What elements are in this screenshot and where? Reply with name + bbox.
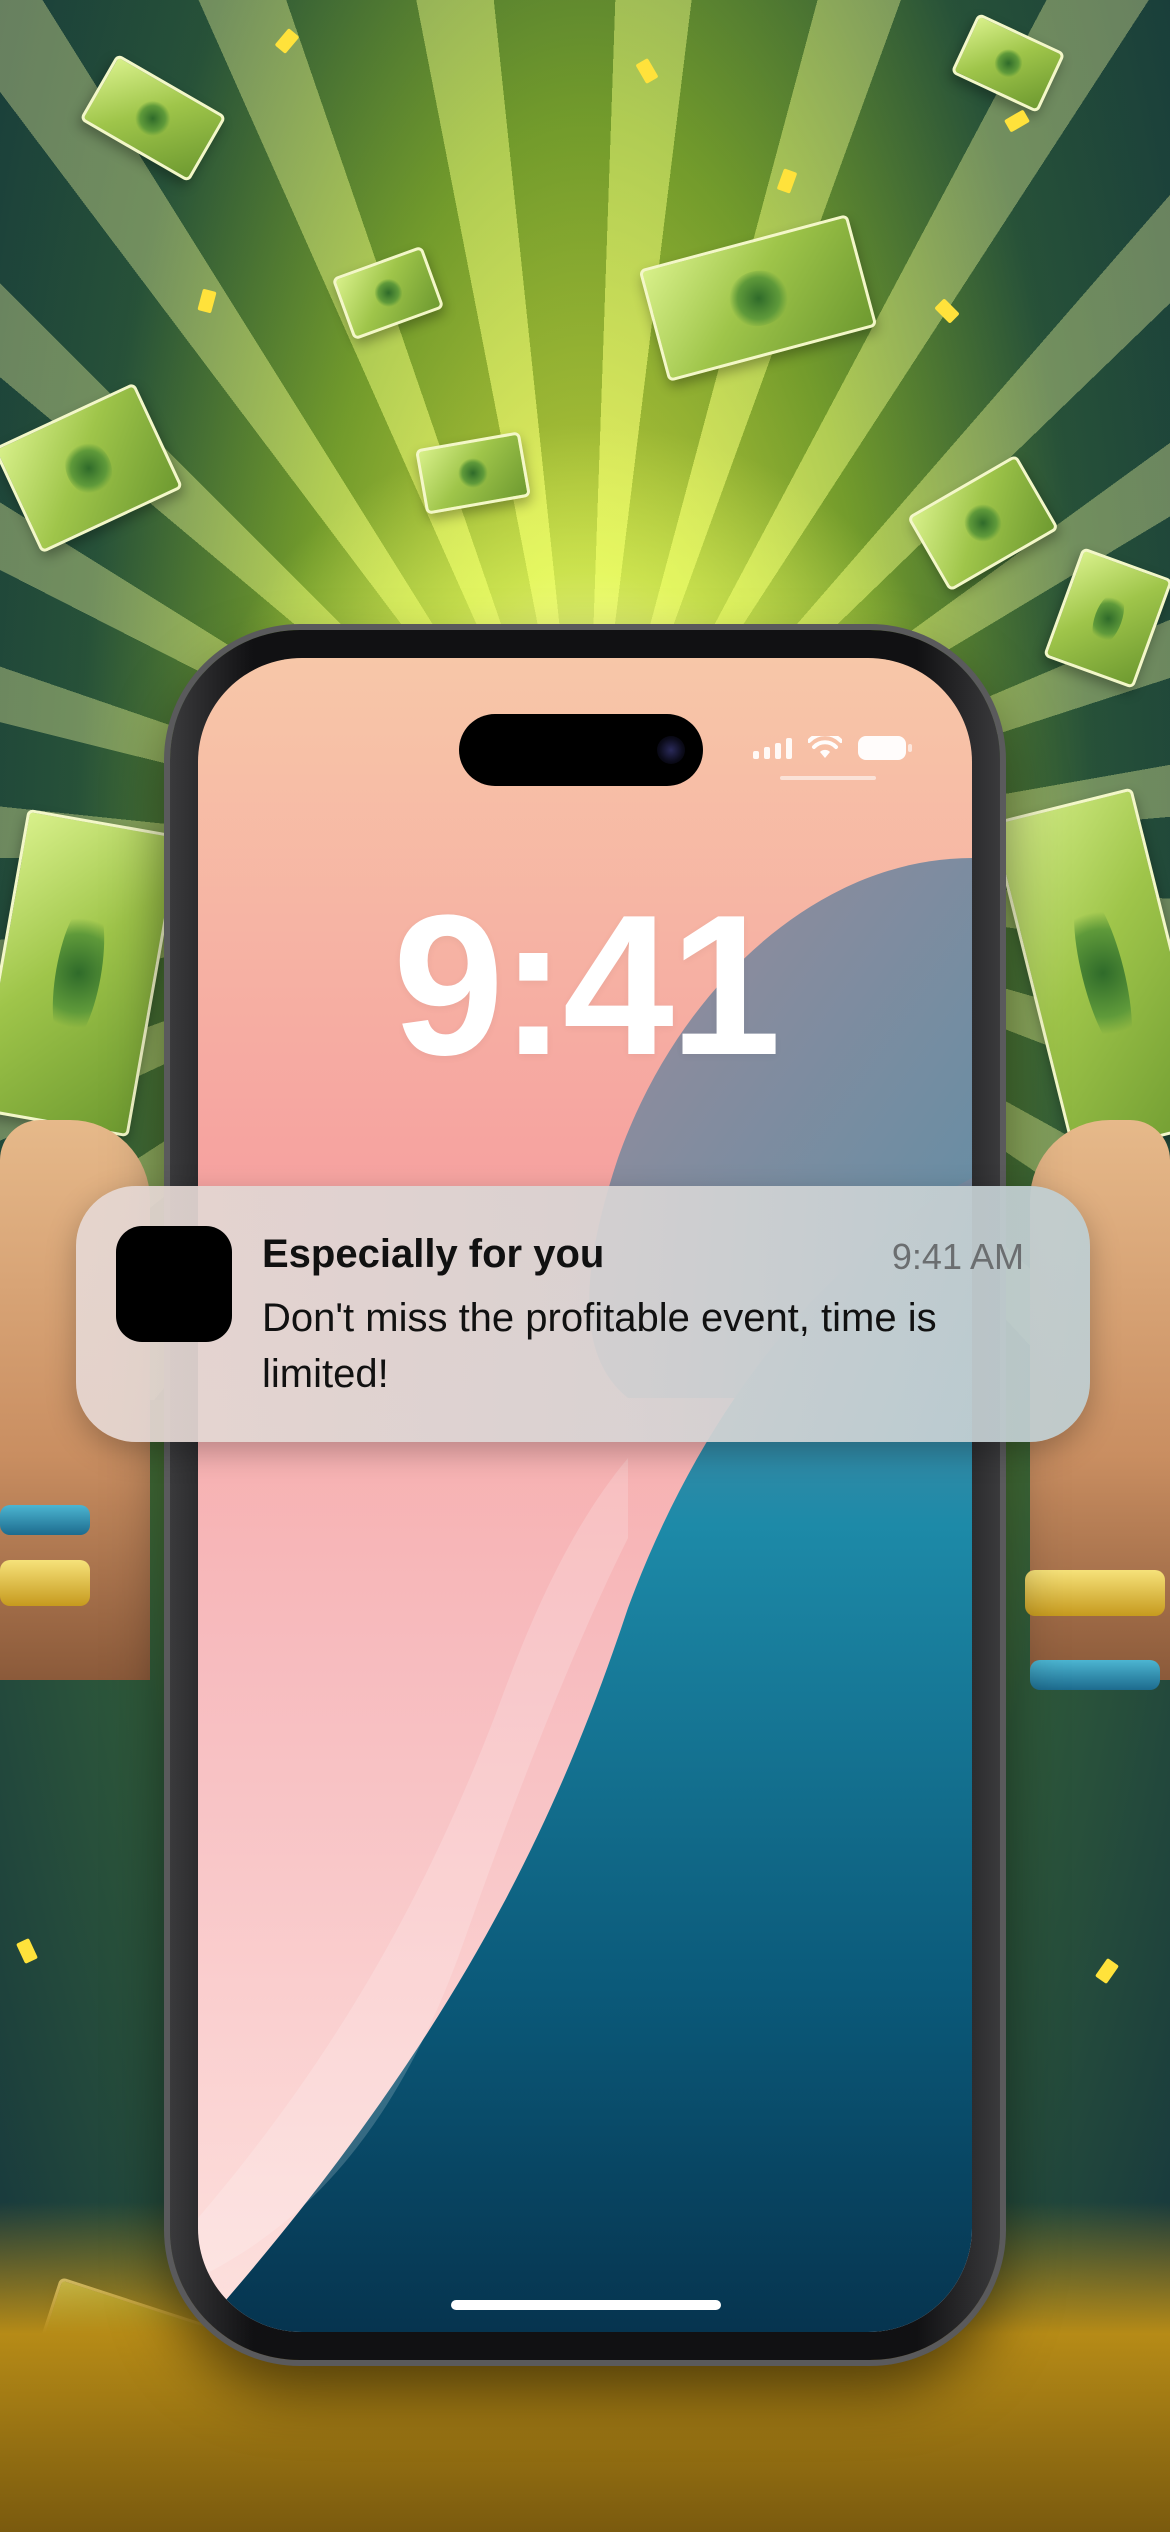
left-bracelet-image	[0, 1560, 90, 1606]
battery-icon	[858, 736, 912, 760]
front-camera-icon	[657, 736, 685, 764]
wifi-icon	[808, 736, 842, 758]
home-indicator[interactable]	[451, 2300, 721, 2310]
promo-background: 9:41 Especially for you 9:41 AM Don't mi…	[0, 0, 1170, 2532]
notification-time: 9:41 AM	[891, 1236, 1024, 1277]
notification-body: Don't miss the profitable event, time is…	[262, 1296, 937, 1396]
confetti-image	[1094, 1957, 1120, 1985]
lock-screen: 9:41	[198, 658, 972, 2332]
phone-mockup: 9:41	[170, 630, 1000, 2360]
cellular-signal-icon	[753, 737, 792, 759]
push-notification[interactable]: Especially for you 9:41 AM Don't miss th…	[76, 1186, 1090, 1442]
app-icon	[116, 1226, 232, 1342]
dynamic-island	[459, 714, 703, 786]
control-center-indicator[interactable]	[780, 776, 876, 780]
lock-screen-clock: 9:41	[392, 874, 781, 1097]
confetti-image	[16, 1938, 38, 1964]
status-bar	[753, 736, 912, 760]
right-bracelet-image	[1025, 1570, 1165, 1616]
right-bracelet-image	[1030, 1660, 1160, 1690]
notification-title: Especially for you	[262, 1232, 605, 1276]
left-bracelet-image	[0, 1505, 90, 1535]
